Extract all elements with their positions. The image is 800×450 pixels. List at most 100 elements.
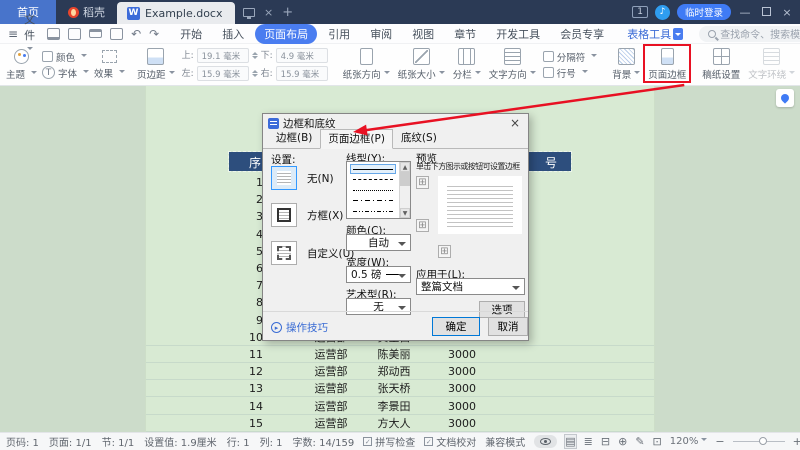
- window-count-badge[interactable]: 1: [632, 6, 648, 18]
- line-style-option[interactable]: [350, 206, 396, 216]
- quick-locate-widget[interactable]: [776, 89, 794, 107]
- dialog-tab-page-border[interactable]: 页面边框(P): [320, 129, 393, 149]
- margin-spinner-2[interactable]: [252, 66, 258, 81]
- cancel-button[interactable]: 取消: [488, 317, 528, 336]
- document-tab-label: Example.docx: [145, 7, 223, 20]
- zoom-slider-knob[interactable]: [759, 437, 767, 445]
- spell-check-button[interactable]: ✓拼写检查: [363, 434, 415, 449]
- close-tab-icon[interactable]: ×: [264, 6, 273, 19]
- border-top-button[interactable]: ⊞: [416, 176, 429, 189]
- undo-button[interactable]: ↶: [131, 27, 141, 41]
- proofread-button[interactable]: ✓文档校对: [424, 434, 476, 449]
- avatar[interactable]: ♪: [655, 5, 670, 20]
- zoom-slider[interactable]: [733, 441, 785, 442]
- page-view-icon[interactable]: ▤: [565, 435, 575, 448]
- border-bottom-button[interactable]: ⊞: [438, 245, 451, 258]
- command-search-box[interactable]: 查找命令、搜索模板: [699, 26, 800, 42]
- ribbon-tab[interactable]: 章节: [445, 24, 485, 44]
- table-row[interactable]: 14运营部李景田3000: [146, 398, 654, 415]
- table-row[interactable]: 12运营部郑动西3000: [146, 363, 654, 380]
- tips-link[interactable]: ▸操作技巧: [271, 320, 328, 335]
- minimize-button[interactable]: —: [738, 6, 752, 19]
- ok-button[interactable]: 确定: [432, 317, 480, 336]
- scrollbar-thumb[interactable]: [400, 172, 410, 186]
- paper-setup-button[interactable]: 稿纸设置: [698, 46, 744, 83]
- ribbon-tab[interactable]: 引用: [319, 24, 359, 44]
- font-button[interactable]: T字体: [42, 66, 89, 79]
- page-margins-button[interactable]: 页边距: [133, 46, 179, 83]
- line-style-option[interactable]: [350, 185, 396, 195]
- maximize-button[interactable]: [759, 6, 773, 19]
- setting-custom-option[interactable]: 自定义(U): [271, 241, 354, 265]
- apply-to-select[interactable]: 整篇文档: [416, 278, 525, 295]
- scroll-down-icon[interactable]: ▼: [400, 208, 410, 218]
- new-tab-button[interactable]: +: [282, 5, 293, 20]
- export-icon[interactable]: [68, 28, 81, 40]
- dialog-tab-shading[interactable]: 底纹(S): [393, 128, 445, 148]
- ribbon-tab[interactable]: 开发工具: [487, 24, 549, 44]
- line-style-option[interactable]: [350, 196, 396, 206]
- text-direction-button[interactable]: 文字方向: [485, 46, 540, 83]
- dialog-close-icon[interactable]: ×: [507, 116, 523, 130]
- ribbon-tab[interactable]: 会员专享: [551, 24, 613, 44]
- margin-right-input[interactable]: 15.9 毫米: [276, 66, 328, 81]
- margin-spinner[interactable]: [252, 48, 258, 63]
- margin-top-input[interactable]: 19.1 毫米: [197, 48, 249, 63]
- login-badge[interactable]: 临时登录: [677, 4, 731, 20]
- margin-left-input[interactable]: 15.9 毫米: [197, 66, 249, 81]
- line-style-option[interactable]: [350, 175, 396, 185]
- table-cell: 14: [243, 398, 263, 415]
- columns-button[interactable]: 分栏: [449, 46, 485, 83]
- save-icon[interactable]: [47, 28, 60, 40]
- ribbon-tab[interactable]: 插入: [213, 24, 253, 44]
- paper-size-button[interactable]: 纸张大小: [394, 46, 449, 83]
- theme-button[interactable]: 主题: [6, 67, 37, 80]
- effect-button[interactable]: 效果: [94, 66, 125, 79]
- print-preview-icon[interactable]: [110, 28, 123, 40]
- fit-page-icon[interactable]: ⊡: [653, 435, 662, 448]
- color-select[interactable]: 自动: [346, 234, 411, 251]
- zoom-in-button[interactable]: +: [793, 435, 800, 448]
- ink-icon[interactable]: ✎: [635, 435, 644, 448]
- zoom-level[interactable]: 120%: [670, 436, 708, 447]
- text-wrap-button[interactable]: 文字环绕: [744, 46, 799, 83]
- ribbon-tab[interactable]: 开始: [171, 24, 211, 44]
- outline-view-icon[interactable]: ≣: [584, 435, 593, 448]
- table-row[interactable]: 13运营部张天桥3000: [146, 380, 654, 397]
- line-number-button[interactable]: 行号: [543, 66, 598, 79]
- table-row[interactable]: 15运营部方大人3000: [146, 415, 654, 432]
- zoom-out-button[interactable]: −: [715, 435, 724, 448]
- present-monitor-icon[interactable]: [243, 8, 255, 17]
- scroll-up-icon[interactable]: ▲: [400, 162, 410, 172]
- setting-none-option[interactable]: 无(N): [271, 166, 334, 190]
- setting-box-option[interactable]: 方框(X): [271, 203, 343, 227]
- background-button[interactable]: 背景: [608, 46, 644, 83]
- tab-table-tools[interactable]: 表格工具: [627, 26, 683, 42]
- line-style-option[interactable]: [350, 164, 396, 174]
- border-middle-button[interactable]: ⊞: [416, 219, 429, 232]
- ribbon-tab[interactable]: 视图: [403, 24, 443, 44]
- line-style-scrollbar[interactable]: ▲ ▼: [399, 162, 410, 218]
- separator-button[interactable]: 分隔符: [543, 50, 598, 63]
- ribbon-tab[interactable]: 页面布局: [255, 24, 317, 44]
- preview-thumbnail[interactable]: [438, 176, 522, 234]
- read-view-icon[interactable]: ⊟: [601, 435, 610, 448]
- print-icon[interactable]: [89, 29, 102, 38]
- color-button[interactable]: 颜色: [42, 50, 89, 63]
- tab-docer[interactable]: 稻壳: [56, 0, 117, 24]
- redo-button[interactable]: ↷: [149, 27, 159, 41]
- eye-protection-button[interactable]: [534, 435, 557, 448]
- hamburger-icon[interactable]: ≡: [8, 27, 18, 41]
- table-tools-dropdown-icon[interactable]: [673, 28, 683, 40]
- web-view-icon[interactable]: ⊕: [618, 435, 627, 448]
- line-style-listbox[interactable]: ▲ ▼: [346, 161, 411, 219]
- orientation-button[interactable]: 纸张方向: [339, 46, 394, 83]
- margin-bottom-input[interactable]: 4.9 毫米: [276, 48, 328, 63]
- tab-document[interactable]: W Example.docx: [117, 2, 235, 24]
- close-button[interactable]: ×: [780, 6, 794, 19]
- width-select[interactable]: 0.5 磅: [346, 266, 411, 283]
- ribbon-tab[interactable]: 审阅: [361, 24, 401, 44]
- dialog-tab-borders[interactable]: 边框(B): [268, 128, 320, 148]
- table-row[interactable]: 11运营部陈美丽3000: [146, 346, 654, 363]
- page-border-button[interactable]: 页面边框: [644, 46, 690, 83]
